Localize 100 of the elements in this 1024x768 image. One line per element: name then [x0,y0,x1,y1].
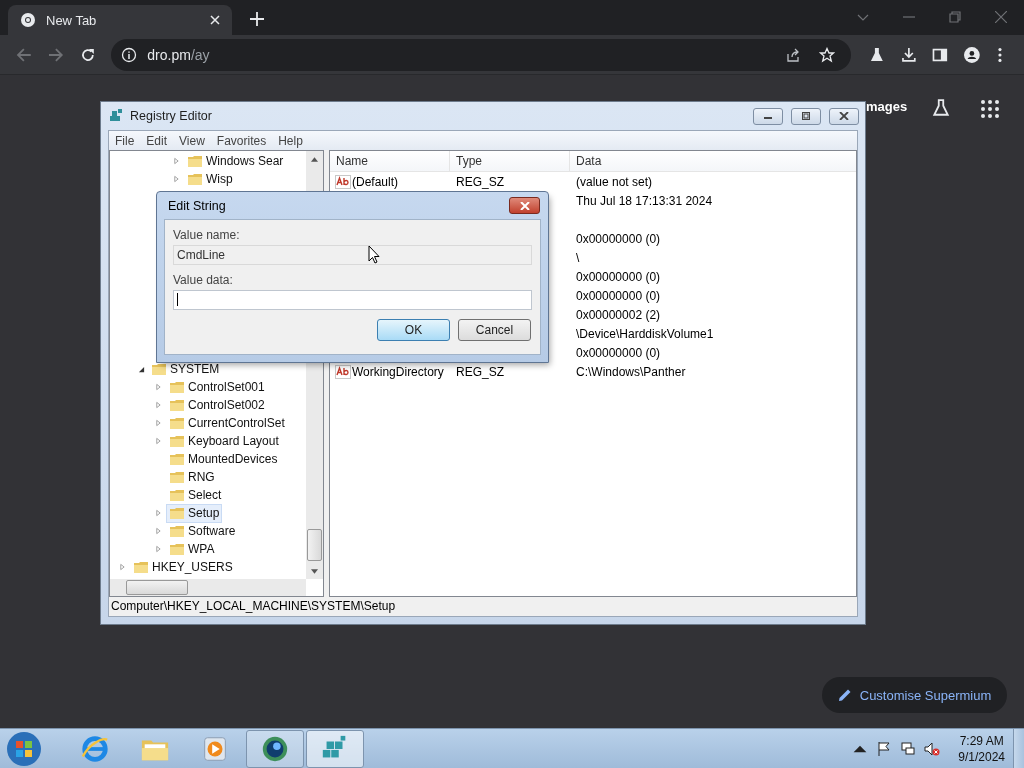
close-icon[interactable] [995,11,1007,23]
mouse-pointer-icon [368,245,380,264]
reload-icon[interactable] [79,46,96,63]
tree-item[interactable]: MountedDevices [110,450,306,468]
network-icon[interactable] [900,740,917,757]
flask-icon[interactable] [868,46,885,63]
flag-icon[interactable] [876,740,893,757]
collapsed-arrow-icon[interactable] [156,383,162,391]
bookmark-star-icon[interactable] [818,46,835,63]
restore-icon[interactable] [949,11,961,23]
side-panel-icon[interactable] [932,46,949,63]
value-data: C:\Windows\Panther [576,364,686,379]
new-tab-icon[interactable] [250,12,264,26]
scroll-down-arrow-icon[interactable] [311,569,318,574]
tree-item[interactable]: SYSTEM [110,360,306,378]
address-bar[interactable]: dro.pm/ay [111,38,851,71]
collapsed-arrow-icon[interactable] [174,175,180,183]
horizontal-scrollbar[interactable] [110,579,306,596]
dialog-button[interactable]: OK [377,319,450,341]
flask-icon[interactable] [932,99,950,117]
maximize-icon [801,112,811,120]
menu-item[interactable]: Favorites [210,133,273,148]
value-name[interactable]: (Default) [352,174,398,189]
menu-item[interactable]: View [173,133,211,148]
customise-button[interactable]: Customise Supermium [822,677,1007,713]
tree-item[interactable]: WPA [110,540,306,558]
tree-item[interactable]: Software [110,522,306,540]
maximize-button[interactable] [791,107,821,125]
dialog-button[interactable]: Cancel [458,319,531,341]
value-data: 0x00000000 (0) [576,288,661,303]
taskbar-app[interactable] [246,729,304,768]
value-data-field[interactable] [173,290,532,310]
folder-icon [169,487,185,503]
tree-item[interactable]: Windows Sear [110,152,306,170]
column-header[interactable]: Name [330,151,450,171]
clock-time: 7:29 AM [959,732,1004,749]
muted-speaker-icon[interactable] [924,740,941,757]
close-tab-icon[interactable] [210,15,220,25]
value-name-field[interactable]: CmdLine [173,245,532,265]
folder-icon [169,415,185,431]
value-name[interactable]: WorkingDirectory [352,364,444,379]
collapsed-arrow-icon[interactable] [156,437,162,445]
browser-tab[interactable]: New Tab [8,5,232,35]
expanded-arrow-icon[interactable] [137,365,145,373]
download-icon[interactable] [900,46,917,63]
tree-item[interactable]: Select [110,486,306,504]
status-text: Computer\HKEY_LOCAL_MACHINE\SYSTEM\Setup [110,598,397,615]
folder-icon [169,469,185,485]
folder-icon [133,559,149,575]
start-button[interactable] [6,730,42,767]
folder-icon [169,505,185,521]
info-icon[interactable] [121,46,138,63]
collapsed-arrow-icon[interactable] [120,563,126,571]
folder-icon [169,541,185,557]
clock[interactable]: 7:29 AM 9/1/2024 [958,732,1005,765]
close-button[interactable] [829,107,859,125]
tree-item[interactable]: ControlSet002 [110,396,306,414]
column-header[interactable]: Type [450,151,570,171]
menu-icon[interactable] [998,46,1002,63]
scrollbar-thumb[interactable] [126,580,188,595]
value-data: \Device\HarddiskVolume1 [576,326,714,341]
tree-item[interactable]: ControlSet001 [110,378,306,396]
tree-item[interactable]: CurrentControlSet [110,414,306,432]
menu-item[interactable]: Help [272,133,309,148]
show-desktop-button[interactable] [1013,729,1024,768]
menu-item[interactable]: Edit [140,133,174,148]
column-header[interactable]: Data [570,151,856,171]
tree-item[interactable]: Keyboard Layout [110,432,306,450]
profile-icon[interactable] [964,46,980,63]
collapsed-arrow-icon[interactable] [156,401,162,409]
text-caret [177,293,178,306]
value-data: Thu Jul 18 17:13:31 2024 [576,193,713,208]
pencil-icon [837,688,852,702]
close-icon [519,201,530,210]
forward-icon[interactable] [47,46,64,63]
menu-item[interactable]: File [109,133,141,148]
collapsed-arrow-icon[interactable] [156,527,162,535]
folder-icon [169,523,185,539]
collapsed-arrow-icon[interactable] [156,419,162,427]
share-icon[interactable] [784,46,801,63]
collapsed-arrow-icon[interactable] [156,509,162,517]
value-name-label: Value name: [173,228,241,242]
scroll-up-arrow-icon[interactable] [311,157,318,162]
folder-icon [151,361,167,377]
close-button[interactable] [509,197,540,214]
clock-date: 9/1/2024 [958,748,1005,765]
tree-item[interactable]: HKEY_USERS [110,558,306,576]
value-data: 0x00000000 (0) [576,231,661,246]
apps-grid-icon[interactable] [981,100,999,118]
tree-item[interactable]: RNG [110,468,306,486]
window-title: Registry Editor [130,109,212,123]
minimize-button[interactable] [753,107,783,125]
back-icon[interactable] [16,46,32,63]
value-data-label: Value data: [173,273,234,287]
collapsed-arrow-icon[interactable] [174,157,180,165]
tree-item[interactable]: Setup [110,504,306,522]
scrollbar-thumb[interactable] [307,529,322,561]
images-link[interactable]: mages [866,99,908,114]
tree-item[interactable]: Wisp [110,170,306,188]
collapsed-arrow-icon[interactable] [156,545,162,553]
